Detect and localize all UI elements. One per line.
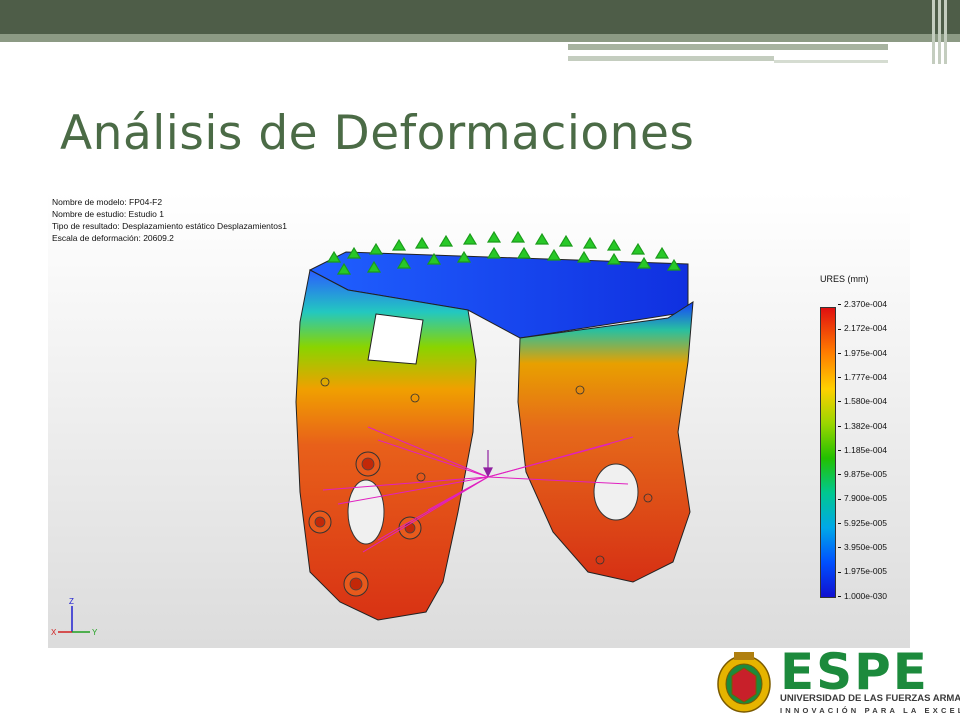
slide-title: Análisis de Deformaciones bbox=[60, 106, 695, 161]
brand-name: ESPE bbox=[780, 643, 929, 701]
logo-subtitle: UNIVERSIDAD DE LAS FUERZAS ARMADAS bbox=[780, 693, 960, 704]
axis-triad: Z Y X bbox=[51, 597, 98, 637]
legend-label: 1.975e-004 bbox=[838, 348, 887, 358]
legend-label: 1.382e-004 bbox=[838, 421, 887, 431]
legend-label: 1.580e-004 bbox=[838, 396, 887, 406]
legend-label: 2.172e-004 bbox=[838, 323, 887, 333]
triad-y-label: Y bbox=[92, 628, 98, 637]
legend-label: 3.950e-005 bbox=[838, 542, 887, 552]
legend-label: 9.875e-005 bbox=[838, 469, 887, 479]
color-scale-bar bbox=[820, 307, 836, 598]
header-line bbox=[568, 56, 774, 61]
legend-labels: 2.370e-004 2.172e-004 1.975e-004 1.777e-004… bbox=[838, 296, 898, 606]
legend-label: 1.777e-004 bbox=[838, 372, 887, 382]
header-bar-accent bbox=[0, 34, 960, 42]
corner-stripes bbox=[932, 0, 950, 64]
deformed-part-model bbox=[295, 230, 694, 621]
espe-logo: ESPE UNIVERSIDAD DE LAS FUERZAS ARMADAS … bbox=[712, 643, 960, 718]
legend-label: 7.900e-005 bbox=[838, 493, 887, 503]
legend-label: 5.925e-005 bbox=[838, 518, 887, 528]
header-line bbox=[568, 44, 888, 50]
legend-label: 1.185e-004 bbox=[838, 445, 887, 455]
logo-tagline: INNOVACIÓN PARA LA EXCELENCIA bbox=[780, 706, 960, 715]
legend-label: 1.000e-030 bbox=[838, 591, 887, 601]
legend-title: URES (mm) bbox=[820, 274, 869, 284]
university-crest-icon bbox=[717, 652, 771, 713]
legend-label: 2.370e-004 bbox=[838, 299, 887, 309]
header-bar bbox=[0, 0, 960, 34]
header-line bbox=[774, 60, 888, 63]
legend-label: 1.975e-005 bbox=[838, 566, 887, 576]
triad-x-label: X bbox=[51, 628, 57, 637]
simulation-viewport[interactable]: Nombre de modelo: FP04-F2 Nombre de estu… bbox=[48, 192, 910, 648]
triad-z-label: Z bbox=[69, 597, 74, 606]
